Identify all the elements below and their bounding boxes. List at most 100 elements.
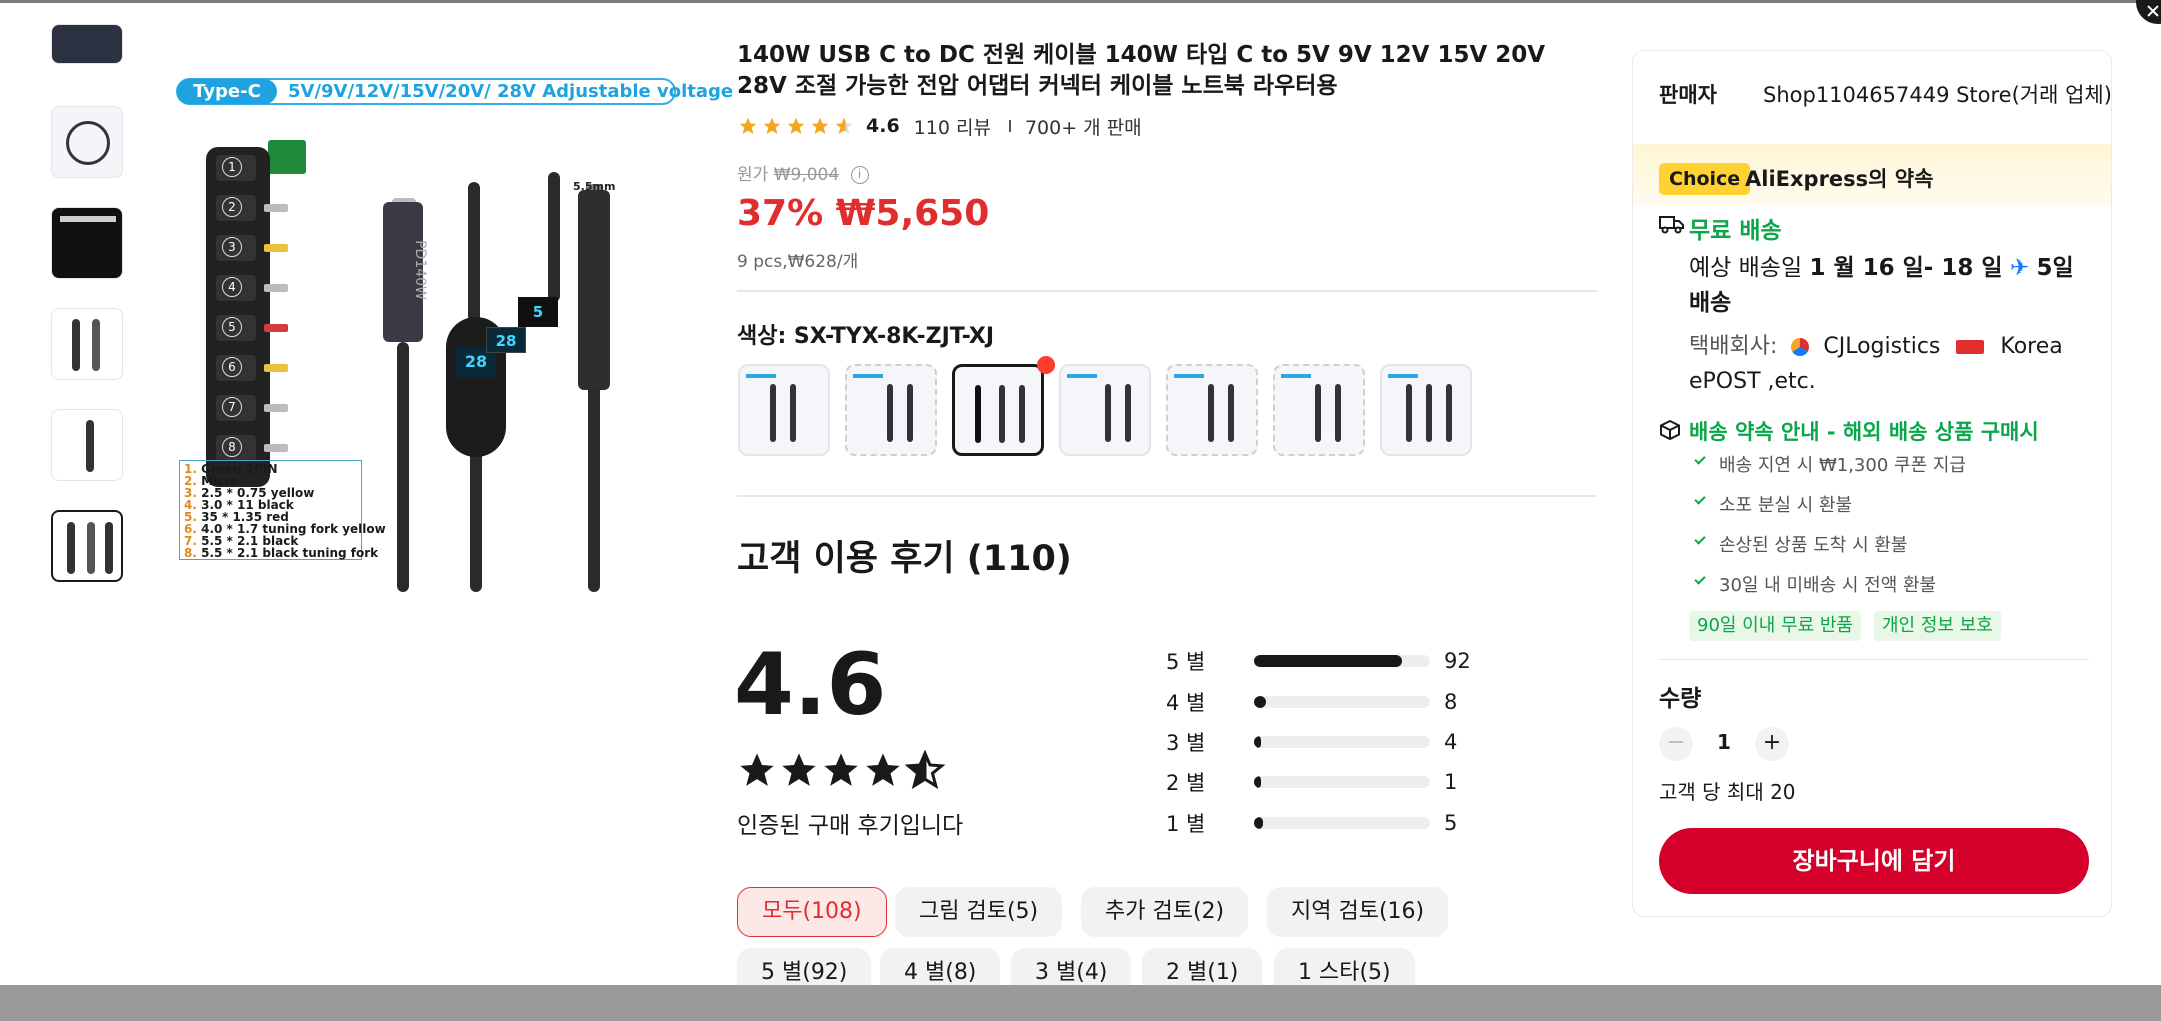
courier-label: 택배회사: [1689,334,1778,359]
pledge-item: 소포 분실 시 환불 [1719,495,1853,516]
dc-plug [578,190,610,390]
connector-legend: 1. Green 2PIN 2. Micro 3. 2.5 * 0.75 yel… [179,460,386,560]
cj-logo-icon [1791,338,1810,356]
window-bottom-edge [0,985,2161,1021]
rating-dist-row: 5 별 92 [1166,647,1471,675]
quantity-decrease-button[interactable]: − [1659,727,1693,761]
lcd-display-2: 28 [486,327,526,353]
quantity-value[interactable]: 1 [1717,730,1731,754]
original-price-label: 원가 [737,165,769,185]
pledge-item: 손상된 상품 도착 시 환불 [1719,535,1908,556]
rating-dist-row: 2 별 1 [1166,768,1457,796]
dist-bar [1254,696,1430,708]
dist-count: 4 [1444,730,1458,754]
fire-icon [1037,356,1055,374]
free-shipping: 무료 배송 [1689,218,1782,244]
rating-dist-row: 4 별 8 [1166,688,1457,716]
star-icon [787,117,805,134]
window-top-edge [0,0,2161,3]
average-score: 4.6 [734,635,887,735]
original-price-value: ₩9,004 [773,165,840,185]
korea-post-icon [1956,340,1985,354]
dist-count: 8 [1444,690,1458,714]
cable-middle [470,442,482,592]
divider [737,290,1597,292]
est-dates: 1 월 16 일- 18 일 [1809,255,2003,281]
plane-icon: ✈ [2009,255,2030,281]
star-icon [782,753,816,786]
dist-count: 5 [1444,811,1458,835]
thumbnail-3[interactable] [51,207,123,279]
courier-cj: CJLogistics [1823,334,1941,359]
star-icon [824,753,858,786]
rating-value: 4.6 [866,115,900,137]
star-icon [739,117,757,134]
filter-chip-all[interactable]: 모두(108) [737,887,887,937]
pledge-item: 30일 내 미배송 시 전액 환불 [1719,575,1937,596]
typec-tag: Type-C [177,79,277,104]
close-icon[interactable] [2136,0,2161,24]
color-swatch[interactable] [1166,364,1258,456]
original-price: 원가 ₩9,004 i [737,160,869,185]
color-swatch[interactable] [1059,364,1151,456]
color-swatch[interactable] [845,364,937,456]
thumbnail-1[interactable] [51,24,123,64]
thumbnail-5[interactable] [51,409,123,481]
filter-chip-additional[interactable]: 추가 검토(2) [1081,887,1249,937]
adapter-rack: 1 2 3 4 5 6 7 8 [206,147,288,487]
privacy-chip: 개인 정보 보호 [1874,611,2001,641]
choice-badge: Choice [1659,163,1751,195]
main-product-image: Type-C 5V/9V/12V/15V/20V/ 28V Adjustable… [168,62,733,592]
quantity-increase-button[interactable]: + [1755,727,1789,761]
cable-right [588,382,600,592]
cable-loop-left [468,182,480,322]
rating-row: 4.6 110 리뷰 700+ 개 판매 [738,112,1142,140]
seller-name-link[interactable]: Shop1104657449 Store(거래 업체) [1763,79,2111,109]
dist-label: 1 별 [1166,812,1206,836]
dist-label: 4 별 [1166,691,1206,715]
color-swatch-selected[interactable] [952,364,1044,456]
truck-icon [1659,216,1684,234]
thumbnail-2[interactable] [51,106,123,178]
est-prefix: 예상 배송일 [1689,255,1803,281]
check-icon [1694,493,1706,505]
half-star-icon [905,750,945,790]
dist-fill [1254,696,1267,708]
purchase-panel: 판매자 Shop1104657449 Store(거래 업체) Choice A… [1632,50,2112,917]
green-connector [268,140,306,174]
pd-label: PD140W [411,240,428,300]
legend-line: 8. 5.5 * 2.1 black tuning fork [184,546,379,560]
star-icon [811,117,829,134]
sold-count: 700+ 개 판매 [1024,116,1142,139]
thumbnail-4[interactable] [51,308,123,380]
color-swatch[interactable] [738,364,830,456]
per-piece-price: 9 pcs,₩628/개 [737,252,859,272]
color-label: 색상: SX-TYX-8K-ZJT-XJ [737,324,995,349]
color-swatch[interactable] [1380,364,1472,456]
review-count-link[interactable]: 110 리뷰 [914,113,991,140]
divider [1659,659,2089,660]
seller-label: 판매자 [1659,83,1717,107]
dist-count: 1 [1444,770,1458,794]
filter-chip-photo[interactable]: 그림 검토(5) [895,887,1063,937]
dist-label: 5 별 [1166,650,1206,674]
divider [1008,120,1011,132]
filter-chip-region[interactable]: 지역 검토(16) [1267,887,1449,937]
dist-fill [1254,776,1262,788]
courier-info: 택배회사: CJLogistics Korea ePOST ,etc. [1689,329,2099,399]
info-icon[interactable]: i [850,166,869,184]
dist-count: 92 [1444,649,1471,673]
color-swatch[interactable] [1273,364,1365,456]
quantity-max: 고객 당 최대 20 [1659,780,1796,804]
thumbnail-6-selected[interactable] [51,510,123,582]
reviews-title: 고객 이용 후기 (110) [737,539,1072,579]
rating-dist-row: 3 별 4 [1166,728,1457,756]
lcd-display-3: 5 [518,297,558,327]
box-icon [1660,419,1680,441]
star-icon [763,117,781,134]
star-icon [866,753,900,786]
free-return-chip: 90일 이내 무료 반품 [1689,611,1861,641]
delivery-pledge-link[interactable]: 배송 약속 안내 - 해외 배송 상품 구매시 [1689,416,2039,446]
add-to-cart-button[interactable]: 장바구니에 담기 [1659,828,2089,894]
choice-text: AliExpress의 약속 [1745,167,1934,191]
